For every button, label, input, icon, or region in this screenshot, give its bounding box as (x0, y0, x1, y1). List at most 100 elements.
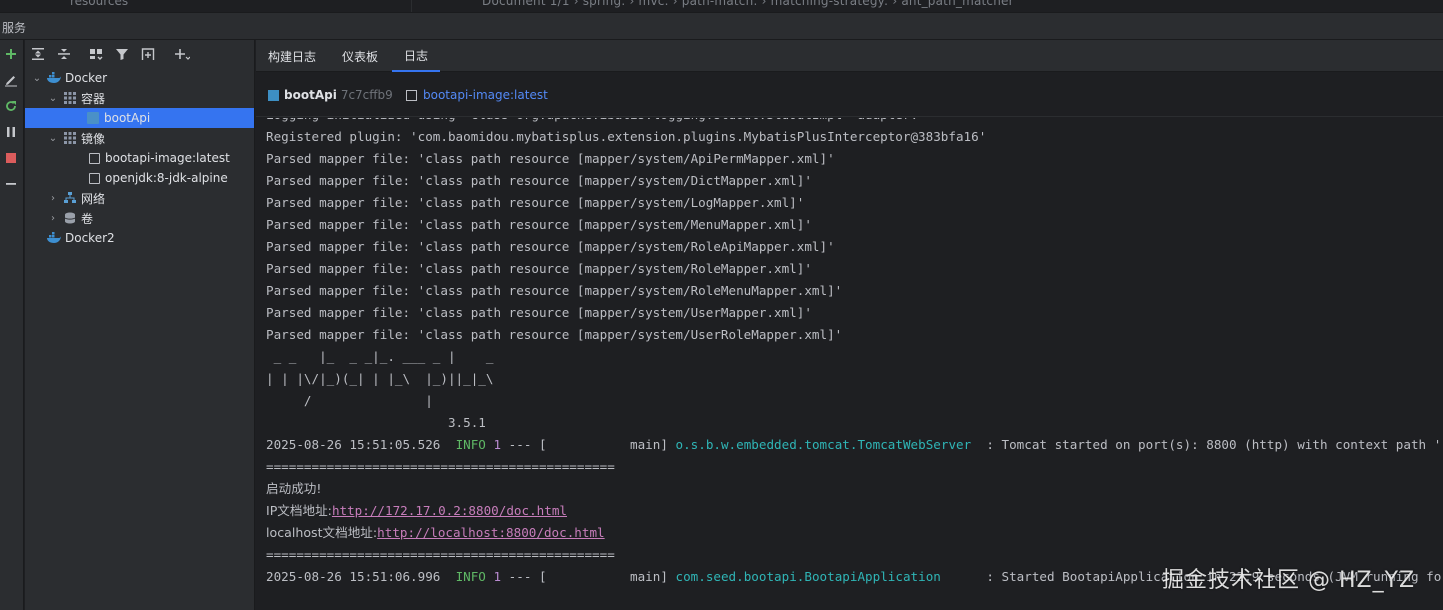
tree-item-label: openjdk:8-jdk-alpine (105, 171, 228, 185)
tree-item-label: 网络 (81, 191, 106, 206)
ip-doc-link[interactable]: http://172.17.0.2:8800/doc.html (332, 503, 567, 518)
log-line: Parsed mapper file: 'class path resource… (266, 239, 835, 254)
log-line: Registered plugin: 'com.baomidou.mybatis… (266, 129, 987, 144)
banner-line: / | (266, 393, 433, 408)
log-message: : Tomcat started on port(s): 8800 (http)… (971, 437, 1443, 452)
chevron-down-icon[interactable]: ⌄ (47, 93, 59, 104)
expand-all-icon[interactable] (29, 45, 47, 63)
tree-item-label: bootApi (104, 111, 151, 125)
localhost-doc-label: localhost文档地址: (266, 525, 378, 540)
group-by-icon[interactable] (87, 45, 105, 63)
container-name-label: bootApi (284, 88, 337, 102)
new-tab-icon[interactable] (139, 45, 157, 63)
image-icon (406, 89, 417, 101)
tree-toolbar (25, 40, 255, 68)
tree-item-image-bootapi[interactable]: bootapi-image:latest (25, 148, 254, 168)
process-id: 1 (493, 569, 502, 584)
process-id: 1 (493, 437, 502, 452)
collapse-all-icon[interactable] (55, 45, 73, 63)
container-hash: 7c7cffb9 (340, 88, 393, 102)
restart-icon[interactable] (3, 98, 19, 114)
watermark: 掘金技术社区 @ HZ_YZ (1162, 568, 1416, 593)
tab-label: 日志 (404, 48, 429, 63)
breadcrumb[interactable]: Document 1/1 › spring: › mvc: › path-mat… (482, 0, 1014, 8)
localhost-doc-line: localhost文档地址:http://localhost:8800/doc.… (266, 522, 605, 544)
docker-icon (47, 71, 61, 85)
log-line-tomcat-started: 2025-08-26 15:51:05.526 INFO 1 --- [ mai… (266, 434, 1443, 456)
run-icon[interactable] (3, 46, 19, 62)
tree-item-docker[interactable]: ⌄ Docker (25, 68, 254, 88)
resources-folder[interactable]: resources (70, 0, 128, 8)
tree-item-networks[interactable]: › 网络 (25, 188, 254, 208)
stop-icon[interactable] (3, 150, 19, 166)
services-title-bar: 服务 (0, 12, 1443, 40)
containers-icon (63, 91, 77, 105)
chevron-right-icon[interactable]: › (47, 193, 59, 204)
project-panel-residue: resources (0, 0, 412, 12)
minus-icon[interactable] (3, 176, 19, 192)
log-line: Parsed mapper file: 'class path resource… (266, 261, 812, 276)
banner-line: _ _ |_ _ _|_. ___ _ | _ (266, 349, 494, 364)
tree-item-docker2[interactable]: Docker2 (25, 228, 254, 248)
separator-line: ========================================… (266, 547, 615, 562)
tree-item-label: Docker2 (65, 231, 115, 245)
log-line: Parsed mapper file: 'class path resource… (266, 195, 805, 210)
thread: --- [ main] (501, 437, 676, 452)
log-line: Parsed mapper file: 'class path resource… (266, 217, 812, 232)
services-tree-panel: ⌄ Docker ⌄ 容器 bootApi ⌄ 镜像 bootapi-image… (25, 40, 255, 610)
ip-doc-label: IP文档地址: (266, 503, 332, 518)
tab-log[interactable]: 日志 (392, 40, 441, 72)
edit-icon[interactable] (3, 72, 19, 88)
chevron-down-icon[interactable]: ⌄ (31, 73, 43, 84)
tree-item-bootapi[interactable]: bootApi (25, 108, 254, 128)
container-icon (268, 89, 279, 101)
tab-bar: 构建日志 仪表板 日志 (256, 40, 1443, 72)
log-line: Parsed mapper file: 'class path resource… (266, 151, 835, 166)
tree-item-images[interactable]: ⌄ 镜像 (25, 128, 254, 148)
success-message: 启动成功! (266, 481, 322, 496)
tree-item-label: 容器 (81, 91, 106, 106)
tab-dashboard[interactable]: 仪表板 (330, 40, 390, 72)
log-output[interactable]: Logging initialized using 'class org.apa… (266, 118, 1443, 610)
container-name[interactable]: bootApi 7c7cffb9 (268, 88, 393, 102)
tree-item-image-openjdk[interactable]: openjdk:8-jdk-alpine (25, 168, 254, 188)
tree-item-containers[interactable]: ⌄ 容器 (25, 88, 254, 108)
chevron-down-icon[interactable]: ⌄ (47, 133, 59, 144)
timestamp: 2025-08-26 15:51:05.526 (266, 437, 456, 452)
log-line: Parsed mapper file: 'class path resource… (266, 305, 812, 320)
log-line: Parsed mapper file: 'class path resource… (266, 327, 843, 342)
container-image-link[interactable]: bootapi-image:latest (406, 88, 548, 102)
tree-item-label: 卷 (81, 211, 94, 226)
banner-version: 3.5.1 (266, 415, 486, 430)
log-line: Parsed mapper file: 'class path resource… (266, 173, 812, 188)
tree-item-volumes[interactable]: › 卷 (25, 208, 254, 228)
container-header: bootApi 7c7cffb9 bootapi-image:latest (256, 73, 1443, 117)
separator-line: ========================================… (266, 459, 615, 474)
chevron-right-icon[interactable]: › (47, 213, 59, 224)
thread: --- [ main] (501, 569, 676, 584)
localhost-doc-link[interactable]: http://localhost:8800/doc.html (377, 525, 604, 540)
tree-item-label: bootapi-image:latest (105, 151, 230, 165)
filter-icon[interactable] (113, 45, 131, 63)
log-line: Parsed mapper file: 'class path resource… (266, 283, 843, 298)
network-icon (63, 191, 77, 205)
log-level: INFO (455, 569, 486, 584)
tab-label: 构建日志 (268, 49, 317, 64)
container-image-label: bootapi-image:latest (423, 88, 548, 102)
tab-label: 仪表板 (342, 49, 379, 64)
ip-doc-line: IP文档地址:http://172.17.0.2:8800/doc.html (266, 500, 567, 522)
log-line: Logging initialized using 'class org.apa… (266, 118, 918, 126)
logger-name: com.seed.bootapi.BootapiApplication (675, 569, 941, 584)
top-strip: resources Document 1/1 › spring: › mvc: … (0, 0, 1443, 12)
timestamp: 2025-08-26 15:51:06.996 (266, 569, 456, 584)
tab-build-log[interactable]: 构建日志 (256, 40, 328, 72)
logger-name: o.s.b.w.embedded.tomcat.TomcatWebServer (675, 437, 972, 452)
add-service-icon[interactable] (173, 45, 191, 63)
pause-icon[interactable] (3, 124, 19, 140)
window-title: 服务 (2, 21, 27, 35)
banner-line: | | |\/|_)(_| | |_\ |_)||_|_\ (266, 371, 494, 386)
tree-item-label: 镜像 (81, 131, 106, 146)
left-action-toolbar (0, 40, 24, 610)
images-icon (63, 131, 77, 145)
container-running-icon (87, 112, 99, 124)
